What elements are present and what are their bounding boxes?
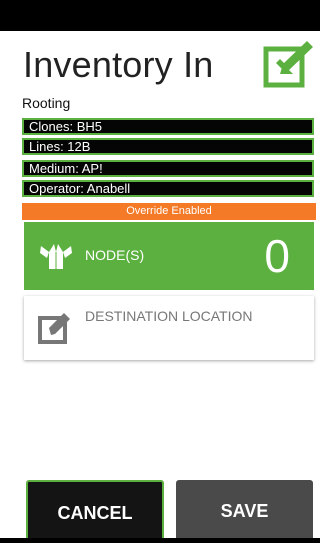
save-button[interactable]: SAVE [176, 480, 313, 543]
subtitle: Rooting [22, 95, 71, 111]
status-bar [0, 0, 320, 31]
nodes-count: 0 [264, 230, 290, 282]
edit-check-icon[interactable] [263, 40, 315, 90]
open-box-icon [40, 244, 72, 269]
bottom-bar [0, 538, 320, 543]
override-banner: Override Enabled [22, 203, 316, 220]
info-clones: Clones: BH5 [22, 118, 314, 135]
cancel-button[interactable]: CANCEL [26, 480, 164, 543]
page-title: Inventory In [23, 44, 214, 85]
info-lines: Lines: 12B [22, 138, 314, 155]
destination-location-card[interactable]: DESTINATION LOCATION [24, 296, 314, 360]
nodes-label: NODE(S) [85, 247, 145, 263]
nodes-card[interactable]: NODE(S) 0 [24, 222, 314, 290]
info-operator: Operator: Anabell [22, 180, 314, 197]
destination-label: DESTINATION LOCATION [85, 308, 253, 324]
edit-icon [38, 313, 70, 344]
info-medium: Medium: AP! [22, 160, 314, 177]
